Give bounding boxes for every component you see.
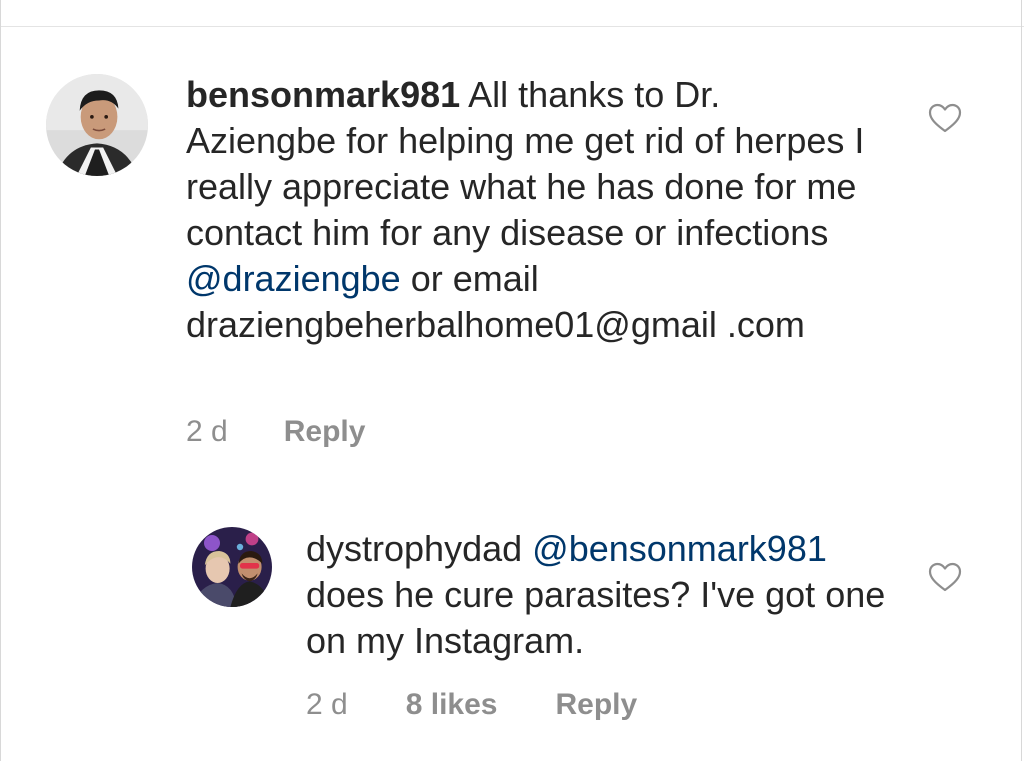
- profile-photo-icon: [192, 527, 272, 607]
- comment-thread: bensonmark981 All thanks to Dr. Aziengbe…: [0, 0, 1024, 761]
- reply-timestamp: 2 d: [306, 688, 348, 721]
- divider: [1021, 0, 1022, 761]
- divider: [0, 26, 1024, 27]
- heart-icon[interactable]: [928, 562, 962, 592]
- reply-button[interactable]: Reply: [284, 415, 366, 449]
- heart-icon[interactable]: [928, 103, 962, 133]
- mention-link[interactable]: @draziengbe: [186, 258, 401, 299]
- reply-body: dystrophydad @bensonmark981 does he cure…: [306, 526, 896, 664]
- reply-username[interactable]: dystrophydad: [306, 528, 522, 569]
- comment-username[interactable]: bensonmark981: [186, 74, 460, 115]
- comment-body: bensonmark981 All thanks to Dr. Aziengbe…: [186, 72, 876, 348]
- avatar[interactable]: [46, 74, 148, 176]
- profile-photo-icon: [46, 74, 148, 176]
- likes-count[interactable]: 8 likes: [406, 688, 498, 722]
- comment-meta: 2 d Reply: [186, 415, 365, 449]
- divider: [0, 0, 1, 761]
- reply-text: does he cure parasites? I've got one on …: [306, 574, 886, 661]
- avatar[interactable]: [192, 527, 272, 607]
- mention-link[interactable]: @bensonmark981: [532, 528, 827, 569]
- comment-timestamp: 2 d: [186, 415, 228, 448]
- reply-button[interactable]: Reply: [555, 688, 637, 722]
- reply-meta: 2 d 8 likes Reply: [306, 688, 637, 722]
